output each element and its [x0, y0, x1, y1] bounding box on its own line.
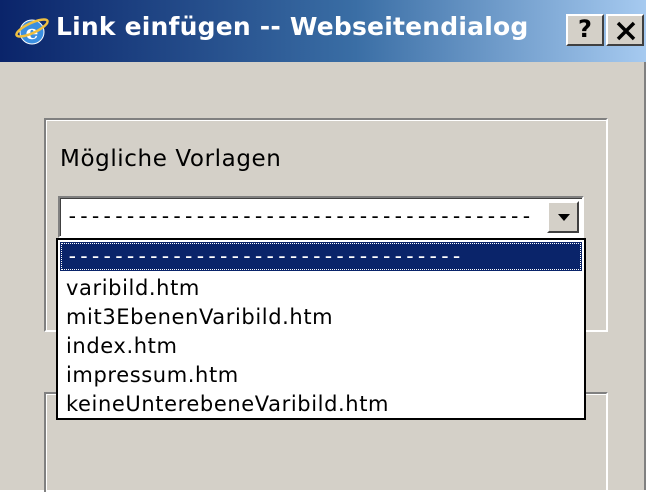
templates-dropdown-list: ---------------------------------- varib…: [56, 238, 586, 420]
dropdown-button[interactable]: [547, 201, 579, 233]
close-button[interactable]: [606, 14, 644, 46]
templates-label: Mögliche Vorlagen: [60, 146, 282, 172]
dropdown-option[interactable]: impressum.htm: [60, 361, 582, 390]
chevron-down-icon: [558, 214, 570, 221]
templates-select-value: ----------------------------------------: [66, 204, 533, 228]
title-bar[interactable]: e Link einfügen -- Webseitendialog ?: [0, 0, 646, 62]
dropdown-option[interactable]: index.htm: [60, 332, 582, 361]
dropdown-option[interactable]: varibild.htm: [60, 274, 582, 303]
help-button[interactable]: ?: [566, 14, 604, 46]
templates-select[interactable]: ----------------------------------------: [58, 196, 584, 238]
internet-explorer-icon: e: [14, 16, 50, 46]
window-title: Link einfügen -- Webseitendialog: [56, 12, 529, 41]
dialog-window: e Link einfügen -- Webseitendialog ? Mög…: [0, 0, 646, 492]
close-icon: [616, 21, 636, 41]
dropdown-option[interactable]: mit3EbenenVaribild.htm: [60, 303, 582, 332]
dropdown-option[interactable]: keineUnterebeneVaribild.htm: [60, 390, 582, 419]
dropdown-option-separator[interactable]: ----------------------------------: [60, 242, 582, 271]
